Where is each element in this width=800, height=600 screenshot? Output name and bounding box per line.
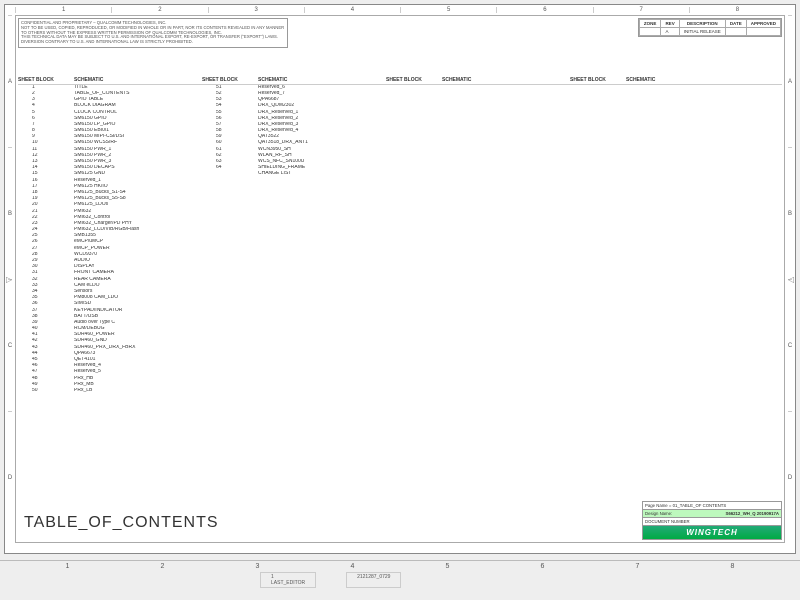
hdr-sheet-4: SHEET BLOCK — [570, 78, 626, 84]
title-block: Page Name = 01_TABLE_OF CONTENTS Design … — [642, 501, 782, 540]
footer-last-editor-label: LAST_EDITOR — [271, 580, 305, 586]
hdr-schem-2: SCHEMATIC — [258, 78, 386, 84]
hdr-sheet-2: SHEET BLOCK — [202, 78, 258, 84]
hdr-sheet-1: SHEET BLOCK — [18, 78, 74, 84]
rev-hdr-approved: APPROVED — [746, 20, 780, 28]
toc-table: SHEET BLOCK SCHEMATIC SHEET BLOCK SCHEMA… — [18, 78, 782, 394]
footer: 87654321 1 LAST_EDITOR 2121287_0729 — [0, 560, 800, 600]
fold-mark-right: ◁ — [788, 275, 794, 284]
tb-docnum: DOCUMENT NUMBER — [645, 519, 690, 524]
rev-hdr-zone: ZONE — [639, 20, 661, 28]
toc-num — [216, 171, 258, 177]
rev-cell-approved — [746, 28, 780, 36]
rev-cell-zone — [639, 28, 661, 36]
toc-col1-names: TITLETABLE_OF_CONTENTSGPIO TABLEBLOCK DI… — [74, 85, 202, 394]
proprietary-line-3: THIS TECHNICAL DATA MAY BE SUBJECT TO U.… — [21, 35, 285, 45]
wingtech-logo: WINGTECH — [643, 526, 781, 539]
rev-hdr-desc: DESCRIPTION — [679, 20, 725, 28]
ruler-top: 87654321 — [15, 5, 785, 15]
tb-design-label: Design Name: — [645, 511, 672, 516]
toc-header-row: SHEET BLOCK SCHEMATIC SHEET BLOCK SCHEMA… — [18, 78, 782, 85]
rev-hdr-rev: REV — [661, 20, 679, 28]
hdr-sheet-3: SHEET BLOCK — [386, 78, 442, 84]
toc-col2-nums: 5152535455565758596061626364 — [202, 85, 258, 394]
fold-mark-left: ▷ — [6, 275, 12, 284]
toc-num: 50 — [32, 388, 74, 394]
proprietary-notice: CONFIDENTIAL AND PROPRIETARY – QUALCOMM … — [18, 18, 288, 48]
rev-cell-date — [725, 28, 746, 36]
footer-date-val: 2121287_0729 — [357, 574, 390, 580]
toc-name: PRx_LB — [74, 388, 202, 394]
tb-page-name: Page Name = 01_TABLE_OF CONTENTS — [645, 503, 726, 508]
rev-cell-desc: INITIAL RELEASE — [679, 28, 725, 36]
drawing-sheet: 87654321 DCBA DCBA ▷ ◁ CONFIDENTIAL AND … — [4, 4, 796, 554]
page-title: TABLE_OF_CONTENTS — [24, 514, 219, 532]
toc-name: CHANGE LIST — [258, 171, 386, 177]
hdr-schem-1: SCHEMATIC — [74, 78, 202, 84]
toc-col2-names: Reserved_6Reserved_7QPA6687DRX_QDM2302DR… — [258, 85, 386, 394]
tb-design-value: S66212_WH_Q 20190917A — [725, 511, 779, 516]
hdr-schem-3: SCHEMATIC — [442, 78, 570, 84]
hdr-schem-4: SCHEMATIC — [626, 78, 754, 84]
toc-col1-nums: 1234567891011121314151617181920212223242… — [18, 85, 74, 394]
footer-ruler: 87654321 — [0, 561, 800, 572]
rev-hdr-date: DATE — [725, 20, 746, 28]
rev-cell-rev: A — [661, 28, 679, 36]
revision-block: ZONE REV DESCRIPTION DATE APPROVED A INI… — [638, 18, 782, 37]
drawing-frame: CONFIDENTIAL AND PROPRIETARY – QUALCOMM … — [15, 15, 785, 543]
